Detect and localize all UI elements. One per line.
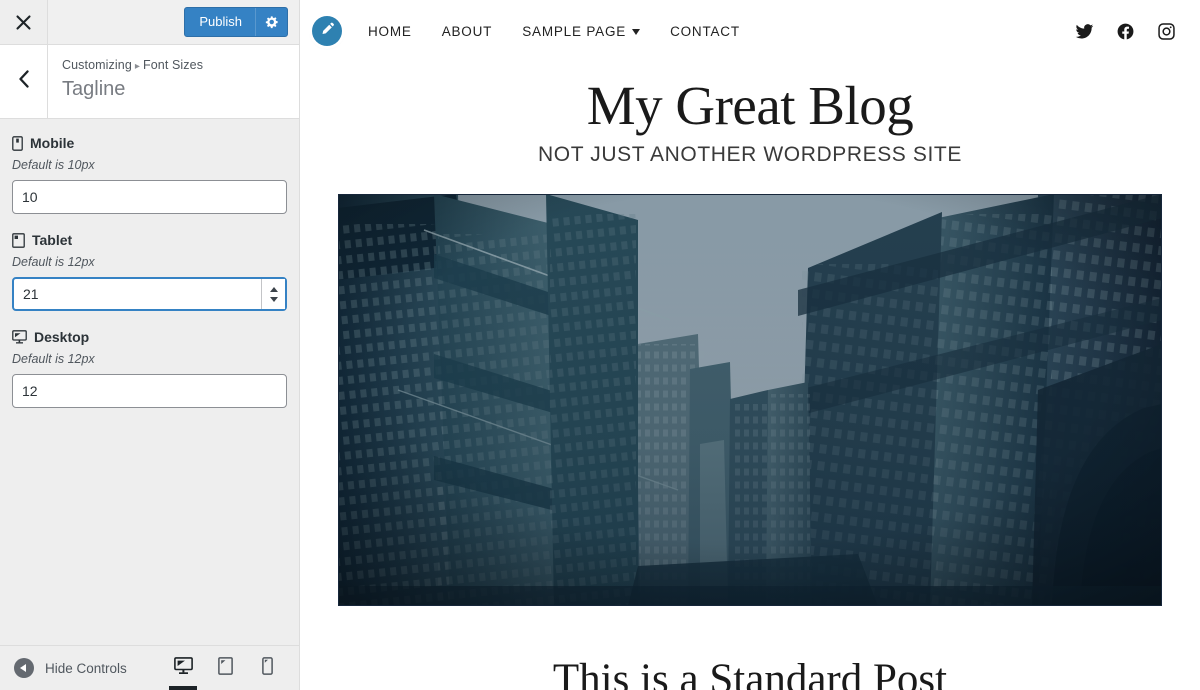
social-links — [1075, 22, 1176, 41]
collapse-left-icon — [14, 658, 34, 678]
mobile-preview-icon — [261, 656, 273, 680]
panel-header: Customizing ▸ Font Sizes Tagline — [0, 45, 299, 119]
stepper-up-icon[interactable] — [269, 286, 278, 292]
tablet-font-size-stepper[interactable] — [261, 279, 285, 309]
field-desktop-label-row: Desktop — [12, 329, 287, 345]
nav-item-sample-page-label: SAMPLE PAGE — [522, 23, 627, 39]
field-tablet-label-row: Tablet — [12, 232, 287, 248]
field-mobile-description: Default is 10px — [12, 158, 95, 172]
breadcrumb-separator: ▸ — [134, 61, 140, 72]
site-preview[interactable]: HOME ABOUT SAMPLE PAGE CONTACT My Great … — [300, 0, 1200, 690]
site-tagline: NOT JUST ANOTHER WORDPRESS SITE — [538, 143, 962, 167]
nav-menu: HOME ABOUT SAMPLE PAGE CONTACT — [368, 24, 740, 39]
topbar-actions: Publish — [48, 0, 299, 44]
breadcrumb-section: Font Sizes — [143, 58, 204, 72]
breadcrumb: Customizing ▸ Font Sizes — [62, 58, 203, 72]
field-desktop: Desktop Default is 12px 12 — [12, 329, 287, 408]
instagram-icon[interactable] — [1157, 22, 1176, 41]
mobile-icon — [12, 135, 23, 151]
twitter-icon[interactable] — [1075, 22, 1094, 41]
field-mobile-label: Mobile — [30, 135, 75, 151]
nav-item-contact[interactable]: CONTACT — [670, 24, 740, 39]
device-button-desktop[interactable] — [162, 646, 204, 690]
publish-button[interactable]: Publish — [184, 7, 288, 37]
hide-controls-label: Hide Controls — [45, 660, 127, 676]
device-button-tablet[interactable] — [204, 646, 246, 690]
field-tablet: Tablet Default is 12px 21 — [12, 232, 287, 311]
pencil-edit-icon — [319, 21, 335, 42]
tablet-font-size-value: 21 — [23, 286, 39, 302]
nav-item-home[interactable]: HOME — [368, 24, 412, 39]
desktop-font-size-value: 12 — [22, 383, 38, 399]
hide-controls-button[interactable]: Hide Controls — [0, 658, 162, 678]
chevron-down-icon[interactable] — [632, 29, 641, 35]
tablet-icon — [12, 232, 25, 248]
field-mobile-label-row: Mobile — [12, 135, 287, 151]
customizer-app: Publish Customizing ▸ Font Sizes Tagline… — [0, 0, 1200, 690]
device-preview-switcher — [162, 646, 299, 690]
facebook-icon[interactable] — [1116, 22, 1135, 41]
close-icon — [16, 14, 31, 30]
post-title: This is a Standard Post — [552, 656, 948, 690]
tablet-font-size-input[interactable]: 21 — [12, 277, 287, 311]
site-title: My Great Blog — [586, 75, 914, 136]
chevron-left-icon — [18, 70, 30, 93]
mobile-font-size-input[interactable]: 10 — [12, 180, 287, 214]
nav-item-about[interactable]: ABOUT — [442, 24, 493, 39]
customizer-topbar: Publish — [0, 0, 299, 45]
hero-image-wrap — [300, 167, 1200, 607]
field-mobile: Mobile Default is 10px 10 — [12, 135, 287, 214]
stepper-down-icon[interactable] — [269, 296, 278, 302]
field-desktop-label: Desktop — [34, 329, 90, 345]
customizer-footer: Hide Controls — [0, 645, 299, 690]
gear-icon[interactable] — [255, 8, 287, 36]
desktop-icon — [12, 330, 27, 344]
nav-item-about-label: ABOUT — [441, 23, 493, 39]
page-title: Tagline — [62, 78, 126, 100]
field-tablet-description: Default is 12px — [12, 255, 95, 269]
hero-image — [338, 194, 1162, 607]
device-button-mobile[interactable] — [246, 646, 288, 690]
customizer-sidebar: Publish Customizing ▸ Font Sizes Tagline… — [0, 0, 300, 690]
publish-button-label: Publish — [199, 14, 242, 29]
field-desktop-description: Default is 12px — [12, 352, 95, 366]
nav-item-home-label: HOME — [368, 23, 412, 39]
mobile-font-size-value: 10 — [22, 189, 38, 205]
hero-image-art — [338, 194, 1162, 607]
close-customizer-button[interactable] — [0, 0, 48, 44]
control-list: Mobile Default is 10px 10 Tablet Default… — [0, 119, 299, 645]
panel-title-block: Customizing ▸ Font Sizes Tagline — [48, 45, 217, 118]
site-header-nav: HOME ABOUT SAMPLE PAGE CONTACT — [300, 0, 1200, 62]
nav-item-sample-page[interactable]: SAMPLE PAGE — [522, 23, 641, 39]
breadcrumb-root: Customizing — [62, 58, 132, 72]
panel-back-button[interactable] — [0, 45, 48, 118]
field-tablet-label: Tablet — [32, 232, 73, 248]
nav-item-contact-label: CONTACT — [670, 23, 740, 39]
desktop-font-size-input[interactable]: 12 — [12, 374, 287, 408]
tablet-preview-icon — [217, 656, 233, 680]
desktop-preview-icon — [173, 656, 193, 680]
site-logo[interactable] — [312, 16, 342, 46]
